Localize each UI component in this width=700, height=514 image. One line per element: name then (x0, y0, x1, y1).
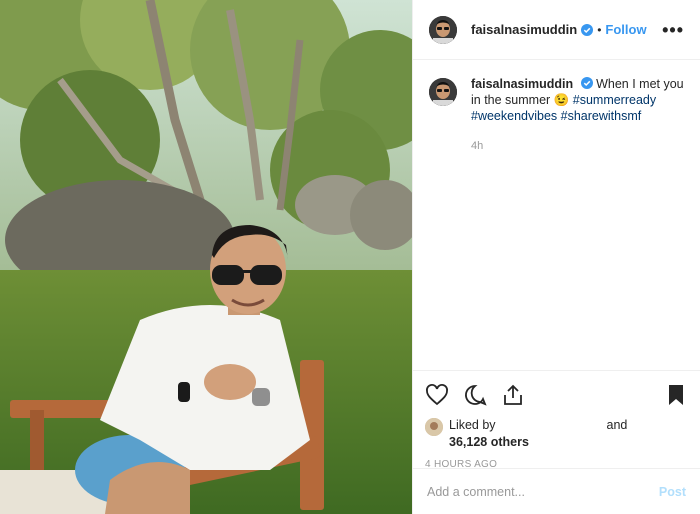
action-bar (425, 379, 688, 411)
author-username[interactable]: faisalnasimuddin (471, 22, 577, 37)
post-header: faisalnasimuddin • Follow ••• (413, 0, 700, 60)
post-actions: Liked by and 36,128 others 4 HOURS AGO (413, 370, 700, 470)
liker-avatar[interactable] (425, 418, 443, 436)
caption-time[interactable]: 4h (471, 138, 684, 154)
liked-by-label: Liked by (449, 418, 496, 432)
hashtag-weekendvibes[interactable]: #weekendvibes (471, 109, 557, 123)
post-sidebar: faisalnasimuddin • Follow ••• faisalnasi… (412, 0, 700, 514)
caption-avatar[interactable] (429, 78, 457, 106)
caption-body: faisalnasimuddin When I met you in the s… (471, 76, 684, 154)
heart-icon[interactable] (425, 383, 449, 407)
bookmark-icon[interactable] (664, 383, 688, 407)
hashtag-summerready[interactable]: #summerready (573, 93, 656, 107)
photo-illustration (0, 0, 412, 514)
share-icon[interactable] (501, 383, 525, 407)
post-photo[interactable] (0, 0, 412, 514)
avatar-image (429, 78, 457, 106)
post-caption: faisalnasimuddin When I met you in the s… (413, 60, 700, 154)
wink-emoji: 😉 (553, 93, 570, 107)
verified-icon (580, 77, 593, 89)
caption-username[interactable]: faisalnasimuddin (471, 77, 573, 91)
header-separator: • (597, 22, 602, 37)
avatar-image (425, 418, 443, 436)
likes-summary: Liked by and 36,128 others (425, 417, 688, 451)
hashtag-sharewithsmf[interactable]: #sharewithsmf (561, 109, 642, 123)
post-comment-button[interactable]: Post (659, 485, 686, 499)
verified-icon (581, 23, 594, 36)
comment-bar: Post (413, 468, 700, 514)
author-avatar[interactable] (429, 15, 457, 44)
likes-conjunction: and (606, 418, 628, 432)
more-options-icon[interactable]: ••• (662, 21, 684, 39)
comment-input[interactable] (427, 484, 659, 499)
comment-icon[interactable] (463, 383, 487, 407)
likes-text: Liked by and 36,128 others (449, 417, 627, 451)
avatar-image (429, 15, 457, 44)
likes-count[interactable]: 36,128 others (449, 435, 529, 449)
follow-button[interactable]: Follow (605, 22, 646, 37)
